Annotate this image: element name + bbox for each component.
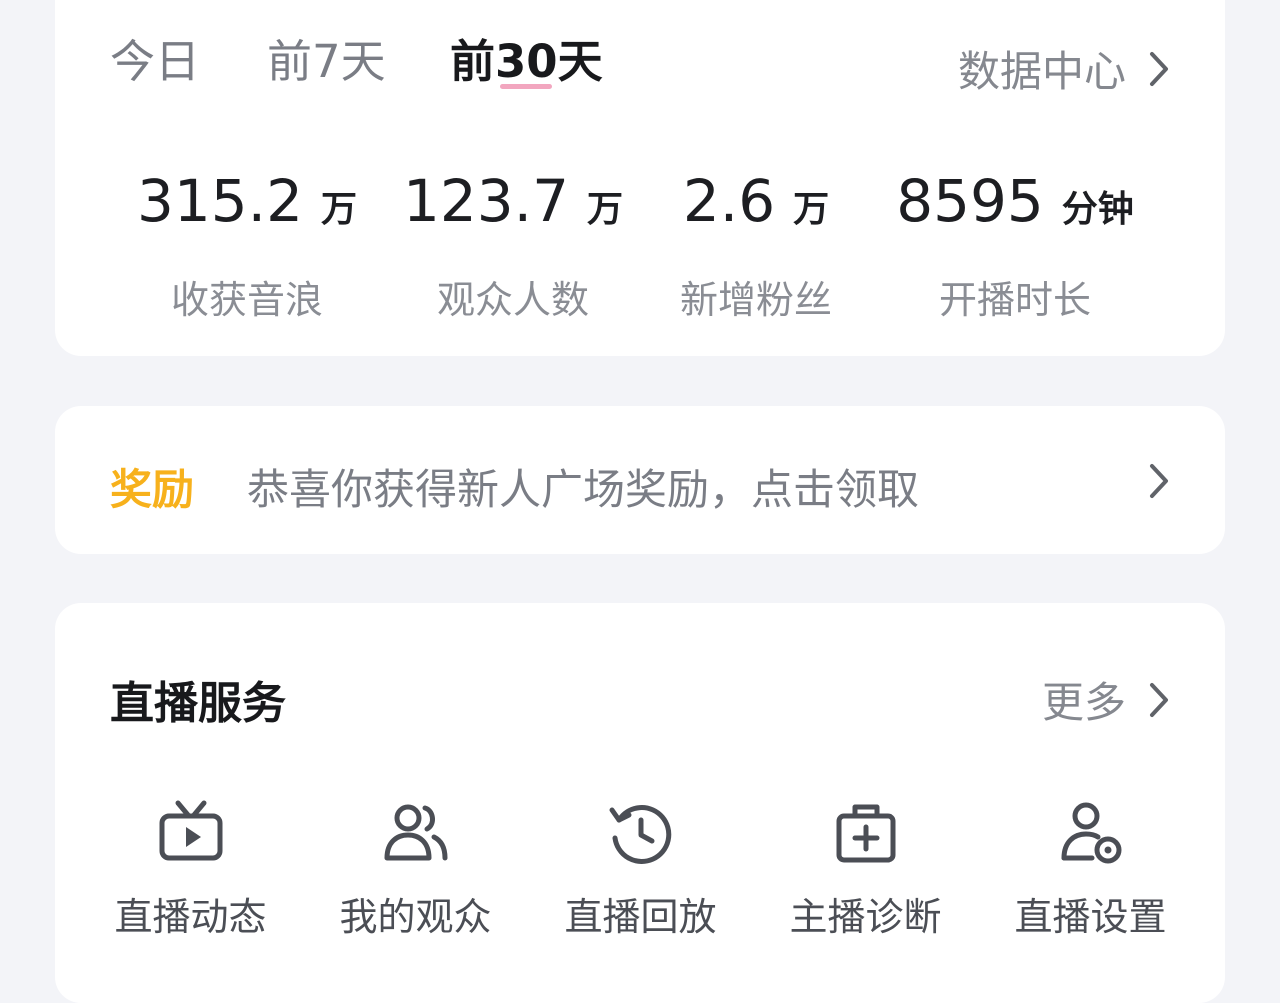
service-label: 直播回放 bbox=[564, 895, 717, 939]
stat-value: 8595 bbox=[896, 167, 1044, 235]
history-icon bbox=[609, 805, 671, 864]
data-center-link[interactable]: 数据中心 bbox=[958, 38, 1170, 99]
stats-card: 今日 前7天 前30天 数据中心 315.2 万 收获音浪 123.7 万 观众人数… bbox=[55, 0, 1225, 356]
medical-kit-icon bbox=[836, 804, 895, 863]
chevron-right-icon bbox=[1150, 682, 1168, 717]
stat-value: 315.2 bbox=[136, 167, 304, 235]
reward-banner[interactable]: 奖励 恭喜你获得新人广场奖励，点击领取 bbox=[55, 406, 1225, 554]
stat-label: 新增粉丝 bbox=[679, 278, 832, 322]
service-label: 我的观众 bbox=[339, 895, 492, 939]
stat-unit: 万 bbox=[793, 189, 830, 230]
tv-play-icon bbox=[159, 800, 222, 861]
stat-unit: 万 bbox=[321, 189, 358, 230]
service-live-settings[interactable]: 直播设置 bbox=[978, 798, 1203, 941]
chevron-right-icon[interactable] bbox=[1148, 462, 1170, 500]
stat-label: 收获音浪 bbox=[170, 278, 323, 322]
stat-live-duration[interactable]: 8595 分钟 开播时长 bbox=[875, 168, 1155, 324]
service-label: 直播设置 bbox=[1014, 895, 1167, 939]
stat-income[interactable]: 315.2 万 收获音浪 bbox=[107, 168, 387, 324]
service-anchor-diagnosis[interactable]: 主播诊断 bbox=[753, 798, 978, 941]
live-service-card: 直播服务 更多 直播动态 我的观众 直播回放 主播诊断 直播设置 bbox=[55, 603, 1225, 1003]
tab-30-days[interactable]: 前30天 bbox=[450, 34, 603, 90]
user-settings-icon bbox=[1061, 802, 1121, 864]
reward-text: 恭喜你获得新人广场奖励，点击领取 bbox=[247, 465, 920, 514]
users-icon bbox=[384, 804, 447, 861]
stat-new-followers[interactable]: 2.6 万 新增粉丝 bbox=[616, 168, 896, 324]
reward-tag: 奖励 bbox=[110, 465, 195, 514]
service-my-audience[interactable]: 我的观众 bbox=[303, 798, 528, 941]
stat-label: 观众人数 bbox=[436, 278, 589, 322]
more-link[interactable]: 更多 bbox=[1042, 669, 1170, 730]
active-tab-underline bbox=[500, 84, 552, 89]
tab-7-days[interactable]: 前7天 bbox=[267, 34, 386, 90]
stat-value: 2.6 bbox=[682, 167, 776, 235]
service-live-replay[interactable]: 直播回放 bbox=[528, 798, 753, 941]
service-label: 直播动态 bbox=[114, 895, 267, 939]
service-live-dynamics[interactable]: 直播动态 bbox=[78, 798, 303, 941]
stat-value: 123.7 bbox=[402, 167, 570, 235]
data-center-label: 数据中心 bbox=[957, 47, 1126, 96]
stat-viewers[interactable]: 123.7 万 观众人数 bbox=[373, 168, 653, 324]
stat-unit: 分钟 bbox=[1061, 189, 1134, 230]
tab-today[interactable]: 今日 bbox=[110, 34, 200, 90]
section-title: 直播服务 bbox=[110, 678, 286, 729]
service-label: 主播诊断 bbox=[789, 895, 942, 939]
stat-label: 开播时长 bbox=[938, 278, 1091, 322]
more-label: 更多 bbox=[1041, 678, 1126, 727]
chevron-right-icon bbox=[1150, 51, 1168, 86]
